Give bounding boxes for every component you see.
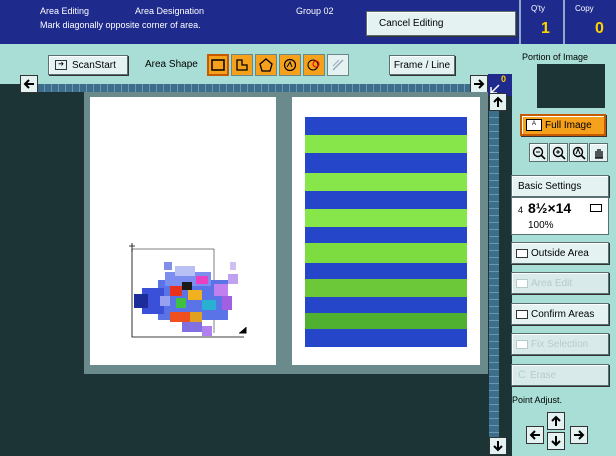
erase-icon: C	[518, 369, 526, 381]
fix-selection-label: Fix Selection	[531, 338, 589, 350]
confirm-areas-icon	[516, 309, 528, 319]
zoom-out-icon	[532, 146, 546, 160]
confirm-areas-label: Confirm Areas	[531, 308, 595, 320]
point-left-button[interactable]	[526, 426, 544, 444]
point-up-button[interactable]	[547, 412, 565, 430]
portion-of-image-label: Portion of Image	[522, 52, 589, 62]
freehand-icon	[283, 58, 297, 72]
multi-area-shape-button[interactable]	[303, 54, 325, 76]
full-image-icon: A	[526, 119, 542, 131]
instruction-text: Mark diagonally opposite corner of area.	[40, 20, 201, 30]
zoom-in-icon	[552, 146, 566, 160]
frame-line-label: Frame / Line	[393, 59, 451, 71]
scan-start-label: ScanStart	[72, 59, 116, 71]
group-label: Group 02	[296, 6, 334, 16]
scroll-up-button[interactable]	[489, 93, 507, 111]
arrow-left-icon	[23, 79, 34, 89]
copy-counter: Copy 0	[563, 0, 616, 44]
zoom-text-icon	[572, 146, 586, 160]
copy-value: 0	[595, 20, 604, 37]
basic-settings-button[interactable]: Basic Settings	[511, 175, 609, 197]
arrow-right-icon	[474, 79, 485, 89]
arrow-down-icon	[493, 441, 503, 452]
paper-size: 8½×14	[528, 200, 572, 216]
header-bar: Area Editing Area Designation Group 02 M…	[0, 0, 616, 44]
zoom-hand-button[interactable]	[589, 143, 608, 162]
scroll-right-button[interactable]	[470, 75, 488, 93]
outside-area-icon	[516, 248, 528, 258]
zoom-ratio: 100%	[528, 220, 554, 231]
full-image-label: Full Image	[545, 119, 592, 131]
paper-tray-number: 4	[518, 205, 524, 215]
area-shape-label: Area Shape	[145, 59, 198, 70]
scroll-left-button[interactable]	[20, 75, 38, 93]
mode-title: Area Editing	[40, 6, 90, 16]
sub-title: Area Designation	[135, 6, 205, 16]
preview-page	[292, 97, 480, 365]
confirm-areas-button[interactable]: Confirm Areas	[511, 303, 609, 325]
full-image-button[interactable]: A Full Image	[520, 114, 606, 136]
arrow-down-icon	[551, 436, 561, 447]
outside-area-button[interactable]: Outside Area	[511, 242, 609, 264]
scroll-down-button[interactable]	[489, 437, 507, 455]
line-icon	[332, 59, 344, 71]
area-edit-button[interactable]: Area Edit	[511, 272, 609, 294]
point-down-button[interactable]	[547, 432, 565, 450]
zoom-in-button[interactable]	[549, 143, 568, 162]
zoom-out-button[interactable]	[529, 143, 548, 162]
frame-line-button[interactable]: Frame / Line	[389, 55, 455, 75]
polygon-icon	[259, 58, 273, 72]
vertical-ruler	[489, 111, 499, 437]
scan-start-button[interactable]: ➔ ScanStart	[48, 55, 128, 75]
outside-area-label: Outside Area	[531, 247, 589, 259]
arrow-right-icon	[574, 430, 585, 440]
arrow-left-icon	[529, 430, 540, 440]
polygon-shape-button[interactable]	[255, 54, 277, 76]
rectangle-icon	[211, 59, 225, 71]
arrow-up-icon	[551, 415, 561, 426]
cancel-editing-button[interactable]: Cancel Editing	[366, 11, 516, 36]
rectangle-shape-button[interactable]	[207, 54, 229, 76]
multi-area-icon	[307, 59, 320, 71]
point-right-button[interactable]	[570, 426, 588, 444]
scan-icon: ➔	[55, 60, 67, 70]
original-page[interactable]	[90, 97, 276, 365]
portion-thumbnail	[537, 64, 605, 108]
qty-counter: Q'ty 1	[519, 0, 563, 44]
freehand-shape-button[interactable]	[279, 54, 301, 76]
fix-selection-button[interactable]: Fix Selection	[511, 333, 609, 355]
erase-label: Erase	[529, 369, 557, 381]
basic-settings-label: Basic Settings	[518, 180, 582, 192]
ruler-corner-value: 0	[501, 74, 507, 84]
fix-selection-icon	[516, 339, 528, 349]
area-edit-label: Area Edit	[531, 277, 573, 289]
paper-orientation-icon	[590, 204, 602, 212]
arrow-up-icon	[493, 96, 503, 107]
horizontal-ruler	[38, 84, 470, 92]
striped-image	[305, 117, 467, 347]
fish-image	[134, 262, 238, 336]
erase-button[interactable]: C Erase	[511, 364, 609, 386]
polyline-shape-button[interactable]	[231, 54, 253, 76]
area-edit-icon	[516, 278, 528, 288]
hand-icon	[594, 148, 603, 159]
polyline-icon	[236, 59, 248, 71]
zoom-text-button[interactable]	[569, 143, 588, 162]
qty-label: Q'ty	[531, 4, 545, 13]
point-adjust-label: Point Adjust.	[512, 395, 563, 405]
cancel-editing-label: Cancel Editing	[379, 18, 444, 29]
copy-label: Copy	[575, 4, 594, 13]
paper-info-box: 4 8½×14 100%	[511, 197, 609, 235]
qty-value: 1	[541, 20, 550, 37]
line-shape-button[interactable]	[327, 54, 349, 76]
